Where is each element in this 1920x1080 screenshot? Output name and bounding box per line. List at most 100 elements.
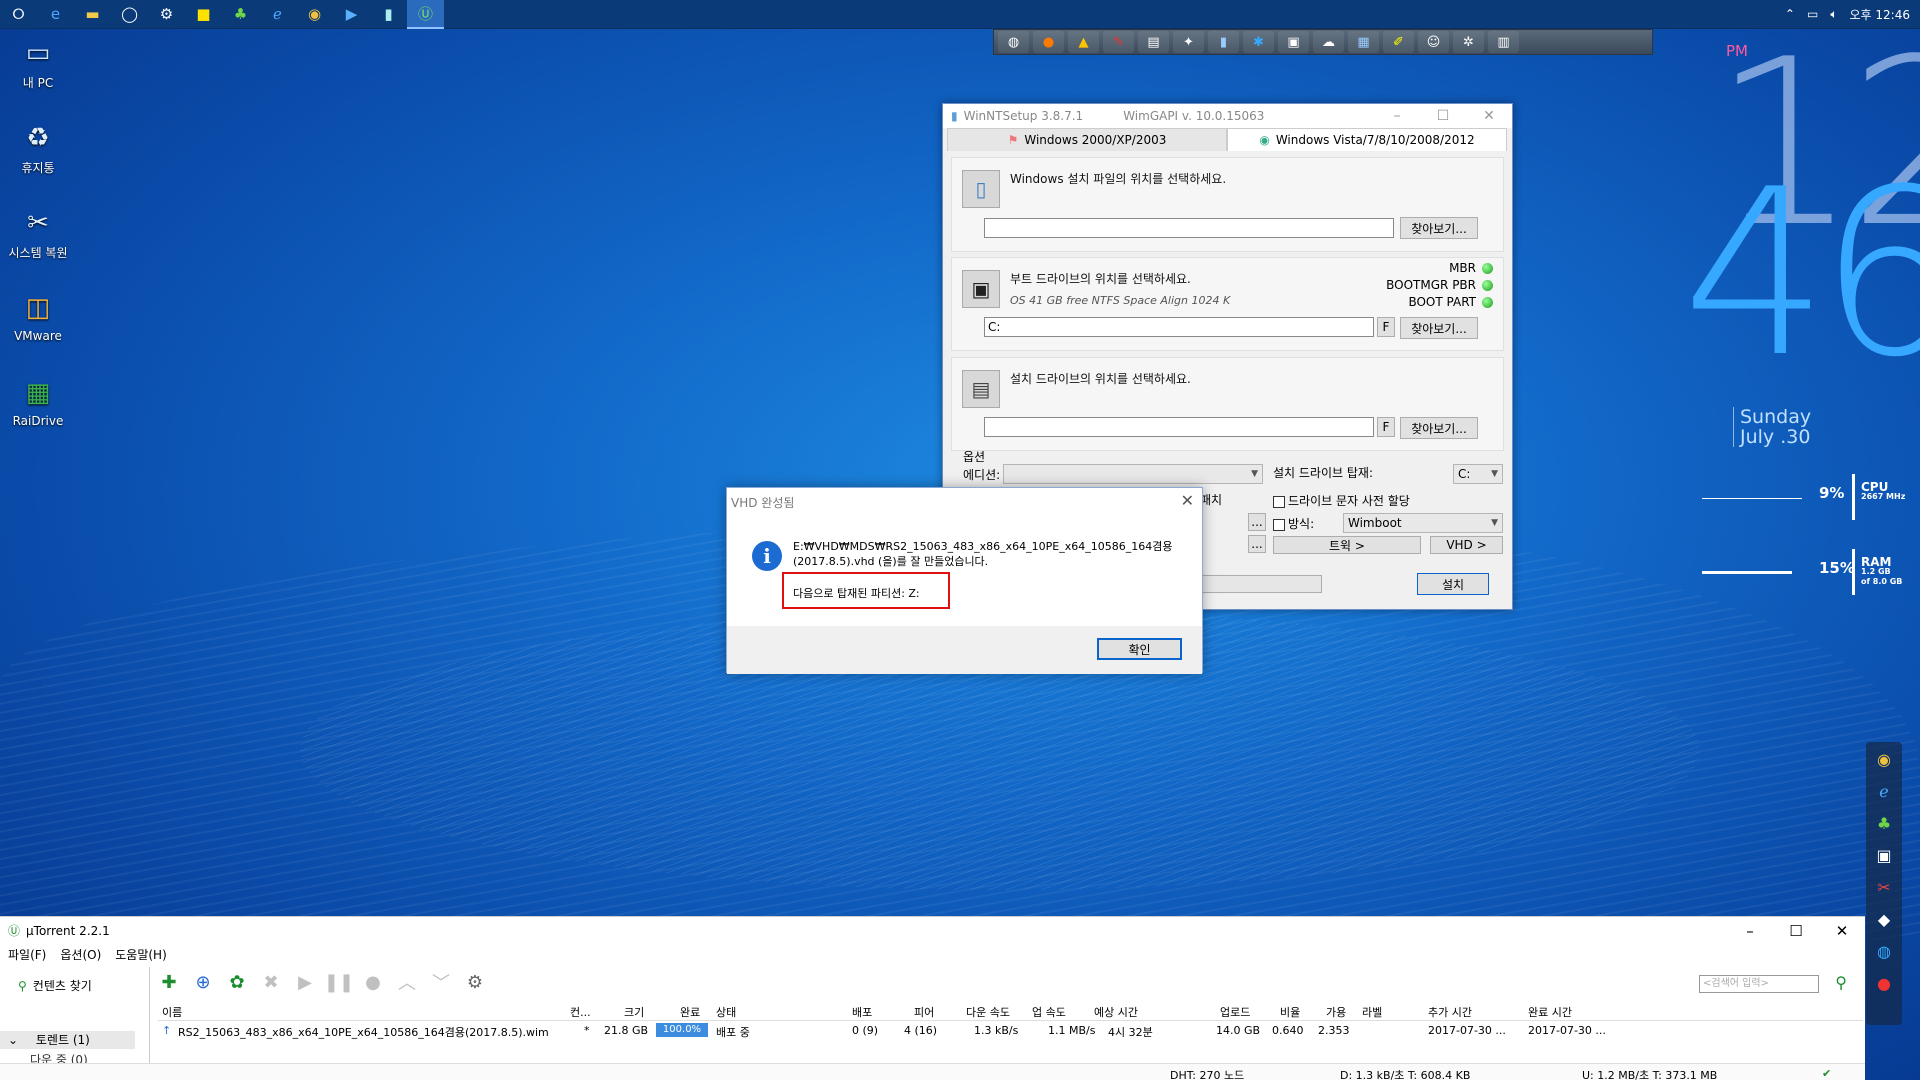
notepad-icon[interactable]: ▮: [370, 0, 407, 29]
col-seeds[interactable]: 배포: [852, 1004, 872, 1020]
mount-select[interactable]: C: ▼: [1453, 464, 1503, 484]
clover-icon[interactable]: ♣: [1871, 810, 1897, 836]
ie-icon[interactable]: ℯ: [259, 0, 296, 29]
cloud-icon[interactable]: ☁: [1313, 31, 1344, 53]
remote-desktop-icon[interactable]: ▣: [1871, 842, 1897, 868]
dots-button-1[interactable]: ...: [1248, 513, 1266, 531]
find-content-button[interactable]: ⚲ 컨텐츠 찾기: [18, 977, 149, 994]
record-icon[interactable]: ●: [1871, 970, 1897, 996]
start-icon[interactable]: ▶: [291, 969, 319, 995]
col-added[interactable]: 추가 시간: [1428, 1004, 1472, 1020]
desktop-icon-raidrive[interactable]: ▦ RaiDrive: [4, 376, 72, 428]
clover-icon[interactable]: ♣: [222, 0, 259, 29]
tree-torrents[interactable]: ⌄ 토렌트 (1): [0, 1031, 135, 1049]
minimize-button[interactable]: –: [1727, 922, 1773, 940]
maximize-button[interactable]: ☐: [1773, 922, 1819, 940]
close-button[interactable]: ✕: [1466, 108, 1512, 124]
boot-format-button[interactable]: F: [1377, 317, 1395, 337]
people-icon[interactable]: ☺: [1418, 31, 1449, 53]
col-done[interactable]: 완료: [680, 1004, 700, 1020]
source-path-field[interactable]: [984, 218, 1394, 238]
close-button[interactable]: ✕: [1819, 922, 1865, 940]
col-down[interactable]: 다운 속도: [966, 1004, 1010, 1020]
move-down-icon[interactable]: ﹀: [427, 969, 455, 995]
ok-button[interactable]: 확인: [1097, 638, 1182, 660]
pause-icon[interactable]: ❚❚: [324, 969, 354, 995]
col-uploaded[interactable]: 업로드: [1220, 1004, 1250, 1020]
preferences-icon[interactable]: ⚙: [461, 969, 489, 995]
install-browse-button[interactable]: 찾아보기...: [1400, 417, 1478, 439]
predrive-checkbox[interactable]: 드라이브 문자 사전 할당: [1273, 492, 1410, 509]
calendar-icon[interactable]: ▥: [1488, 31, 1519, 53]
wrench-icon[interactable]: ✐: [1383, 31, 1414, 53]
col-ratio[interactable]: 비율: [1280, 1004, 1300, 1020]
search-input[interactable]: <검색어 입력>: [1699, 975, 1819, 993]
col-eta[interactable]: 예상 시간: [1094, 1004, 1138, 1020]
record-icon[interactable]: ●: [1033, 31, 1064, 53]
minimize-button[interactable]: –: [1374, 108, 1420, 124]
desktop-icon-vmware[interactable]: ◫ VMware: [4, 291, 72, 343]
window-icon[interactable]: ▦: [1348, 31, 1379, 53]
settings-icon[interactable]: ⚙: [148, 0, 185, 29]
create-torrent-icon[interactable]: ✿: [223, 969, 251, 995]
start-icon[interactable]: ⭘: [0, 0, 37, 29]
globe-icon[interactable]: ◍: [998, 31, 1029, 53]
winntsetup-titlebar[interactable]: ▮ WinNTSetup 3.8.7.1 WimGAPI v. 10.0.150…: [943, 104, 1512, 128]
close-icon[interactable]: ✕: [1181, 491, 1194, 510]
col-con[interactable]: 컨...: [570, 1004, 591, 1020]
menu-file[interactable]: 파일(F): [8, 946, 46, 963]
col-avail[interactable]: 가용: [1326, 1004, 1346, 1020]
mode-checkbox[interactable]: 방식:: [1273, 515, 1314, 532]
browser-icon[interactable]: ◍: [1871, 938, 1897, 964]
desktop-icon-recycle-bin[interactable]: ♻ 휴지통: [4, 121, 72, 176]
edition-select[interactable]: ▼: [1003, 464, 1263, 484]
tools-icon[interactable]: ✂: [1871, 874, 1897, 900]
tools-icon[interactable]: ✦: [1173, 31, 1204, 53]
warning-icon[interactable]: ▲: [1068, 31, 1099, 53]
col-completed[interactable]: 완료 시간: [1528, 1004, 1572, 1020]
install-path-field[interactable]: [984, 417, 1374, 437]
tab-legacy[interactable]: ⚑ Windows 2000/XP/2003: [947, 128, 1227, 151]
menu-options[interactable]: 옵션(O): [60, 946, 101, 963]
bluetooth-icon[interactable]: ✱: [1243, 31, 1274, 53]
gear-icon[interactable]: ✲: [1453, 31, 1484, 53]
kakao-icon[interactable]: ■: [185, 0, 222, 29]
search-icon[interactable]: ⚲: [1835, 973, 1847, 992]
chrome-icon[interactable]: ◉: [1871, 746, 1897, 772]
edge-icon[interactable]: e: [37, 0, 74, 29]
menu-help[interactable]: 도움말(H): [115, 946, 167, 963]
desktop-icon-my-pc[interactable]: ▭ 내 PC: [4, 36, 72, 91]
utorrent-titlebar[interactable]: Ⓤ µTorrent 2.2.1 – ☐ ✕: [0, 917, 1865, 944]
chrome-icon[interactable]: ◉: [296, 0, 333, 29]
install-button[interactable]: 설치: [1417, 573, 1489, 595]
boot-browse-button[interactable]: 찾아보기...: [1400, 317, 1478, 339]
dots-button-2[interactable]: ...: [1248, 535, 1266, 553]
tab-vista-plus[interactable]: ◉ Windows Vista/7/8/10/2008/2012: [1227, 128, 1507, 151]
mode-select[interactable]: Wimboot ▼: [1343, 513, 1503, 533]
add-torrent-icon[interactable]: ✚: [155, 969, 183, 995]
cortana-icon[interactable]: ◯: [111, 0, 148, 29]
computer-icon[interactable]: ▣: [1278, 31, 1309, 53]
maximize-button[interactable]: ☐: [1420, 108, 1466, 124]
table-row[interactable]: ↑ RS2_15063_483_x86_x64_10PE_x64_10586_1…: [158, 1021, 1863, 1041]
add-url-icon[interactable]: ⊕: [189, 969, 217, 995]
folder-icon[interactable]: ▬: [74, 0, 111, 29]
utorrent-icon[interactable]: Ⓤ: [407, 0, 444, 29]
install-format-button[interactable]: F: [1377, 417, 1395, 437]
col-size[interactable]: 크기: [624, 1004, 644, 1020]
paint-icon[interactable]: ✎: [1103, 31, 1134, 53]
col-status[interactable]: 상태: [716, 1004, 736, 1020]
ie-icon[interactable]: ℯ: [1871, 778, 1897, 804]
book-icon[interactable]: ▮: [1208, 31, 1239, 53]
boot-path-field[interactable]: C:: [984, 317, 1374, 337]
source-browse-button[interactable]: 찾아보기...: [1400, 217, 1478, 239]
media-icon[interactable]: ▶: [333, 0, 370, 29]
tweaks-button[interactable]: 트윅 >: [1273, 536, 1421, 554]
desktop-icon-system-restore[interactable]: ✂ 시스템 복원: [4, 206, 72, 261]
stop-icon[interactable]: ●: [359, 969, 387, 995]
col-name[interactable]: 이름: [162, 1004, 182, 1020]
diamond-icon[interactable]: ◆: [1871, 906, 1897, 932]
remove-icon[interactable]: ✖: [257, 969, 285, 995]
vhd-button[interactable]: VHD >: [1430, 536, 1503, 554]
document-icon[interactable]: ▤: [1138, 31, 1169, 53]
